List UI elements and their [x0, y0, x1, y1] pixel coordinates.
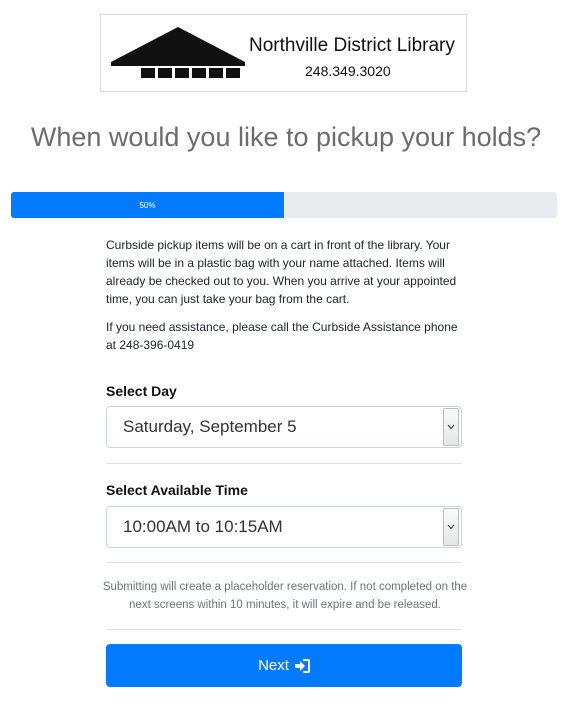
reservation-notice: Submitting will create a placeholder res… — [102, 581, 468, 611]
pickup-info: Curbside pickup items will be on a cart … — [106, 236, 462, 354]
divider — [106, 463, 462, 464]
select-day-dropdown[interactable]: Saturday, September 5 — [106, 406, 462, 448]
assistance-text: If you need assistance, please call the … — [106, 320, 458, 352]
select-time-label: Select Available Time — [106, 482, 248, 498]
library-name: Northville District Library — [249, 35, 455, 56]
select-day-label: Select Day — [106, 383, 177, 399]
select-time-value: 10:00AM to 10:15AM — [123, 517, 283, 536]
chevron-down-icon[interactable] — [443, 508, 459, 546]
library-phone: 248.349.3020 — [305, 63, 391, 79]
chevron-down-icon[interactable] — [443, 408, 459, 446]
next-button-label: Next — [258, 657, 289, 674]
pickup-info-text: Curbside pickup items will be on a cart … — [106, 238, 457, 306]
divider — [106, 562, 462, 563]
library-logo: Northville District Library 248.349.3020 — [100, 14, 467, 92]
progress-bar: 50% — [11, 192, 557, 218]
library-building-icon — [111, 27, 245, 78]
select-time-dropdown[interactable]: 10:00AM to 10:15AM — [106, 506, 462, 548]
sign-in-icon — [294, 658, 310, 673]
divider — [106, 629, 462, 630]
progress-fill: 50% — [11, 192, 284, 218]
page-title: When would you like to pickup your holds… — [30, 122, 542, 152]
next-button[interactable]: Next — [106, 644, 462, 687]
select-day-value: Saturday, September 5 — [123, 417, 297, 436]
